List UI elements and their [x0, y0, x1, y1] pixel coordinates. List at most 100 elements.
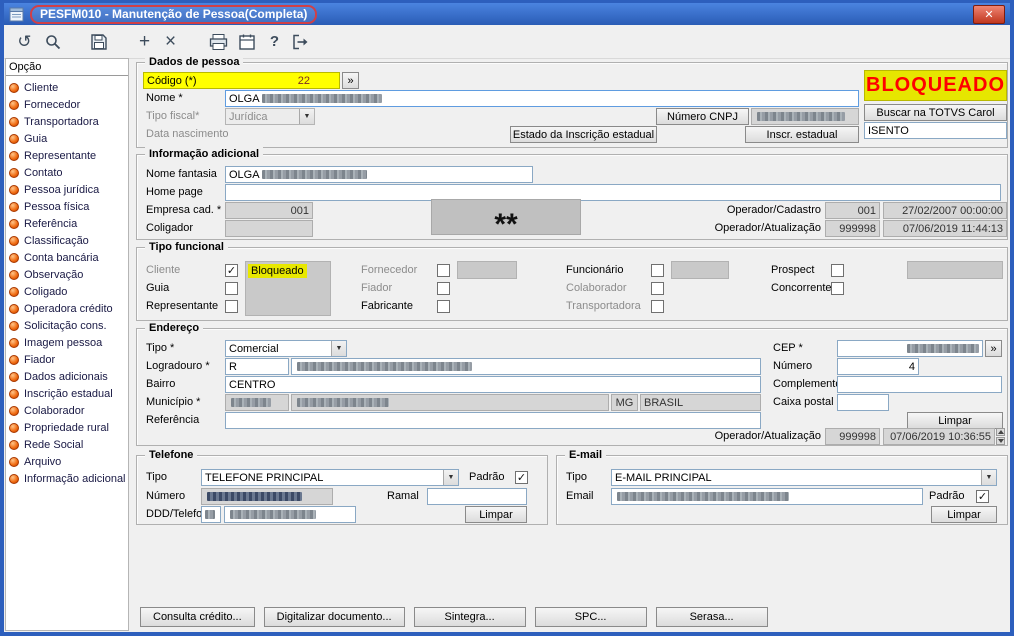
close-button[interactable]: ✕ — [973, 5, 1005, 24]
sidebar-item-label: Pessoa jurídica — [24, 184, 99, 196]
bairro-field[interactable]: CENTRO — [225, 376, 761, 393]
sidebar-item[interactable]: Conta bancária — [6, 249, 128, 266]
telefone-tipo-combo[interactable]: TELEFONE PRINCIPAL ▼ — [201, 469, 459, 486]
endereco-limpar-button[interactable]: Limpar — [907, 412, 1003, 429]
sidebar-item[interactable]: Imagem pessoa — [6, 334, 128, 351]
operador-cadastro-date: 27/02/2007 00:00:00 — [902, 205, 1003, 217]
footer-button[interactable]: Sintegra... — [414, 607, 526, 627]
footer-button[interactable]: SPC... — [535, 607, 647, 627]
sidebar-item-label: Solicitação cons. — [24, 320, 107, 332]
sidebar-item[interactable]: Rede Social — [6, 436, 128, 453]
nome-field[interactable]: OLGA — [225, 90, 859, 107]
print-button[interactable] — [206, 29, 231, 54]
sidebar-item[interactable]: Transportadora — [6, 113, 128, 130]
calendar-button[interactable] — [234, 29, 259, 54]
numero-field[interactable]: 4 — [837, 358, 919, 375]
sidebar-item[interactable]: Operadora crédito — [6, 300, 128, 317]
close-icon: ✕ — [984, 8, 993, 21]
numero-label: Número — [773, 358, 812, 375]
redacted-value — [617, 492, 789, 501]
search-button[interactable] — [40, 29, 65, 54]
concorrente-checkbox[interactable] — [831, 282, 844, 295]
sidebar-item[interactable]: Informação adicional — [6, 470, 128, 487]
cep-field[interactable] — [837, 340, 983, 357]
sidebar-item[interactable]: Colaborador — [6, 402, 128, 419]
inscr-estadual-button[interactable]: Inscr. estadual — [745, 126, 859, 143]
sidebar-item-label: Operadora crédito — [24, 303, 113, 315]
option-bullet-icon — [9, 406, 19, 416]
sidebar-item[interactable]: Coligado — [6, 283, 128, 300]
cliente-checkbox[interactable] — [225, 264, 238, 277]
add-button[interactable]: + — [132, 29, 157, 54]
footer-button[interactable]: Digitalizar documento... — [264, 607, 405, 627]
footer-button[interactable]: Consulta crédito... — [140, 607, 255, 627]
logradouro-field[interactable] — [291, 358, 761, 375]
sidebar-item-label: Pessoa física — [24, 201, 89, 213]
fornecedor-checkbox[interactable] — [437, 264, 450, 277]
footer-button[interactable]: Serasa... — [656, 607, 768, 627]
representante-checkbox[interactable] — [225, 300, 238, 313]
sidebar-item[interactable]: Solicitação cons. — [6, 317, 128, 334]
logradouro-tipo-field[interactable]: R — [225, 358, 289, 375]
email-limpar-button[interactable]: Limpar — [931, 506, 997, 523]
prospect-checkbox[interactable] — [831, 264, 844, 277]
refresh-button[interactable]: ↺ — [12, 29, 37, 54]
referencia-field[interactable] — [225, 412, 761, 429]
codigo-field[interactable]: Código (*) 22 — [143, 72, 340, 89]
fabricante-checkbox[interactable] — [437, 300, 450, 313]
sidebar-item[interactable]: Cliente — [6, 79, 128, 96]
ddd-field[interactable] — [201, 506, 221, 523]
save-button[interactable] — [86, 29, 111, 54]
blocked-banner: BLOQUEADO — [864, 70, 1007, 101]
sidebar-item[interactable]: Dados adicionais — [6, 368, 128, 385]
sidebar-item[interactable]: Observação — [6, 266, 128, 283]
sidebar-item[interactable]: Referência — [6, 215, 128, 232]
sidebar-item[interactable]: Classificação — [6, 232, 128, 249]
sidebar-item[interactable]: Guia — [6, 130, 128, 147]
option-bullet-icon — [9, 100, 19, 110]
nome-fantasia-value: OLGA — [229, 169, 260, 181]
guia-checkbox[interactable] — [225, 282, 238, 295]
spinner-up-icon[interactable] — [996, 428, 1005, 436]
delete-button[interactable]: × — [158, 29, 183, 54]
telefone-limpar-button[interactable]: Limpar — [465, 506, 527, 523]
group-dados-pessoa-title: Dados de pessoa — [145, 55, 243, 69]
exit-button[interactable] — [288, 29, 313, 54]
home-page-field[interactable] — [225, 184, 1001, 201]
ramal-field[interactable] — [427, 488, 527, 505]
sidebar-item[interactable]: Representante — [6, 147, 128, 164]
numero-cnpj-button[interactable]: Número CNPJ — [656, 108, 749, 125]
asterisks-panel: ** — [431, 199, 581, 235]
chevron-down-icon: ▼ — [299, 109, 314, 124]
email-tipo-combo[interactable]: E-MAIL PRINCIPAL ▼ — [611, 469, 997, 486]
colaborador-checkbox[interactable] — [651, 282, 664, 295]
nome-fantasia-field[interactable]: OLGA — [225, 166, 533, 183]
transportadora-checkbox[interactable] — [651, 300, 664, 313]
spinner-down-icon[interactable] — [996, 437, 1005, 445]
date-spinner[interactable] — [996, 428, 1005, 445]
inscr-estadual-field[interactable]: ISENTO — [864, 122, 1007, 139]
codigo-lookup-button[interactable]: » — [342, 72, 359, 89]
telefone-padrao-checkbox[interactable] — [515, 471, 528, 484]
cep-lookup-button[interactable]: » — [985, 340, 1002, 357]
caixa-postal-field[interactable] — [837, 394, 889, 411]
help-button[interactable]: ? — [262, 29, 287, 54]
endereco-tipo-combo[interactable]: Comercial ▼ — [225, 340, 347, 357]
email-padrao-checkbox[interactable] — [976, 490, 989, 503]
complemento-field[interactable] — [837, 376, 1002, 393]
sidebar-item[interactable]: Pessoa física — [6, 198, 128, 215]
email-field[interactable] — [611, 488, 923, 505]
fiador-checkbox[interactable] — [437, 282, 450, 295]
sidebar-item[interactable]: Propriedade rural — [6, 419, 128, 436]
sidebar-item[interactable]: Contato — [6, 164, 128, 181]
sidebar-item[interactable]: Inscrição estadual — [6, 385, 128, 402]
ddd-telefone-numero-field[interactable] — [224, 506, 356, 523]
title-bar[interactable]: PESFM010 - Manutenção de Pessoa(Completa… — [4, 3, 1010, 25]
estado-inscricao-estadual-button[interactable]: Estado da Inscrição estadual — [510, 126, 657, 143]
sidebar-item[interactable]: Arquivo — [6, 453, 128, 470]
funcionario-checkbox[interactable] — [651, 264, 664, 277]
sidebar-item[interactable]: Fiador — [6, 351, 128, 368]
sidebar-item[interactable]: Pessoa jurídica — [6, 181, 128, 198]
buscar-totvs-carol-button[interactable]: Buscar na TOTVS Carol — [864, 104, 1007, 121]
sidebar-item[interactable]: Fornecedor — [6, 96, 128, 113]
